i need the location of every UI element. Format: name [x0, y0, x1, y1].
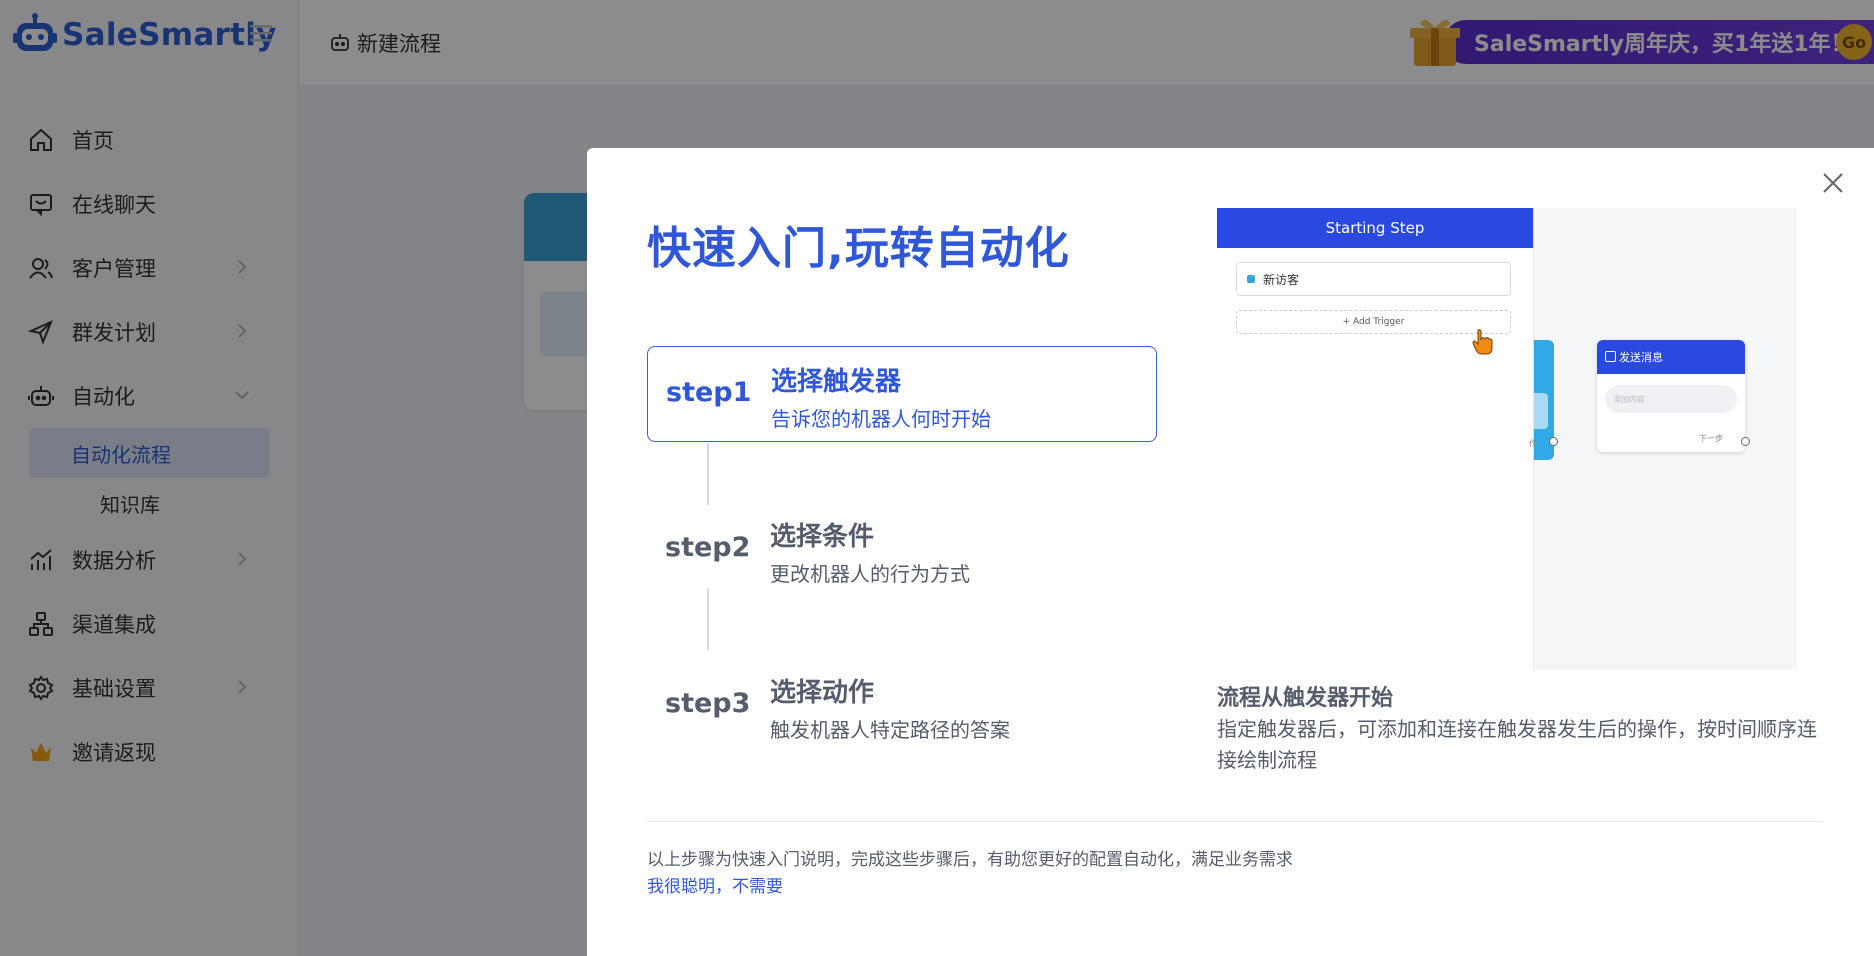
- step-1[interactable]: step1 选择触发器 告诉您的机器人何时开始: [647, 346, 1157, 442]
- step-2[interactable]: step2 选择条件 更改机器人的行为方式: [647, 502, 1157, 598]
- preview-trigger: 新访客: [1236, 262, 1511, 296]
- modal-title: 快速入门,玩转自动化: [647, 223, 1070, 274]
- footer-note: 以上步骤为快速入门说明，完成这些步骤后，有助您更好的配置自动化，满足业务需求: [647, 850, 1293, 870]
- preview-partial-next-label: 作: [1529, 439, 1537, 448]
- preview-node-header: 发送消息: [1597, 340, 1745, 374]
- preview-starting-step-panel: Starting Step 新访客 + Add Trigger: [1217, 208, 1534, 670]
- preview-trigger-label: 新访客: [1263, 272, 1300, 287]
- step-heading: 选择触发器: [771, 367, 902, 397]
- skip-tutorial-link[interactable]: 我很聪明，不需要: [647, 872, 783, 897]
- preview-node-title: 发送消息: [1619, 351, 1663, 364]
- step-connector: [707, 588, 709, 650]
- step-3[interactable]: step3 选择动作 触发机器人特定路径的答案: [647, 658, 1157, 754]
- preview-node-next-label: 下一步: [1699, 434, 1723, 443]
- feature-title: 流程从触发器开始: [1217, 686, 1394, 711]
- step-connector: [707, 443, 709, 505]
- step-number: step3: [665, 688, 751, 719]
- visitor-icon: [1247, 275, 1255, 283]
- close-icon[interactable]: [1820, 170, 1846, 196]
- step-description: 触发机器人特定路径的答案: [770, 718, 1010, 742]
- preview-panel-header: Starting Step: [1217, 208, 1533, 248]
- hand-cursor-icon: [1472, 329, 1493, 355]
- divider: [647, 821, 1823, 822]
- quick-start-modal: 快速入门,玩转自动化 step1 选择触发器 告诉您的机器人何时开始 step2…: [587, 148, 1874, 956]
- step-description: 更改机器人的行为方式: [770, 562, 970, 586]
- step-number: step1: [666, 377, 752, 408]
- message-icon: [1605, 351, 1616, 362]
- feature-description: 指定触发器后，可添加和连接在触发器发生后的操作，按时间顺序连接绘制流程: [1217, 717, 1817, 772]
- connector-dot: [1741, 437, 1750, 446]
- preview-node-input: 添加内容: [1605, 385, 1737, 413]
- preview-partial-node-field: [1534, 393, 1548, 429]
- flow-preview-image: Starting Step 新访客 + Add Trigger 作 发送消息 添…: [1217, 208, 1797, 670]
- app-window: SaleSmartly 首页 在线聊天 客户管理 群发计划 自动化 自动化流程 …: [0, 0, 1874, 956]
- connector-dot: [1549, 437, 1558, 446]
- step-description: 告诉您的机器人何时开始: [771, 407, 991, 431]
- step-heading: 选择条件: [770, 522, 875, 552]
- preview-send-message-node: 发送消息 添加内容 下一步: [1597, 340, 1745, 452]
- step-heading: 选择动作: [770, 678, 875, 708]
- preview-add-trigger: + Add Trigger: [1236, 310, 1511, 334]
- step-number: step2: [665, 532, 751, 563]
